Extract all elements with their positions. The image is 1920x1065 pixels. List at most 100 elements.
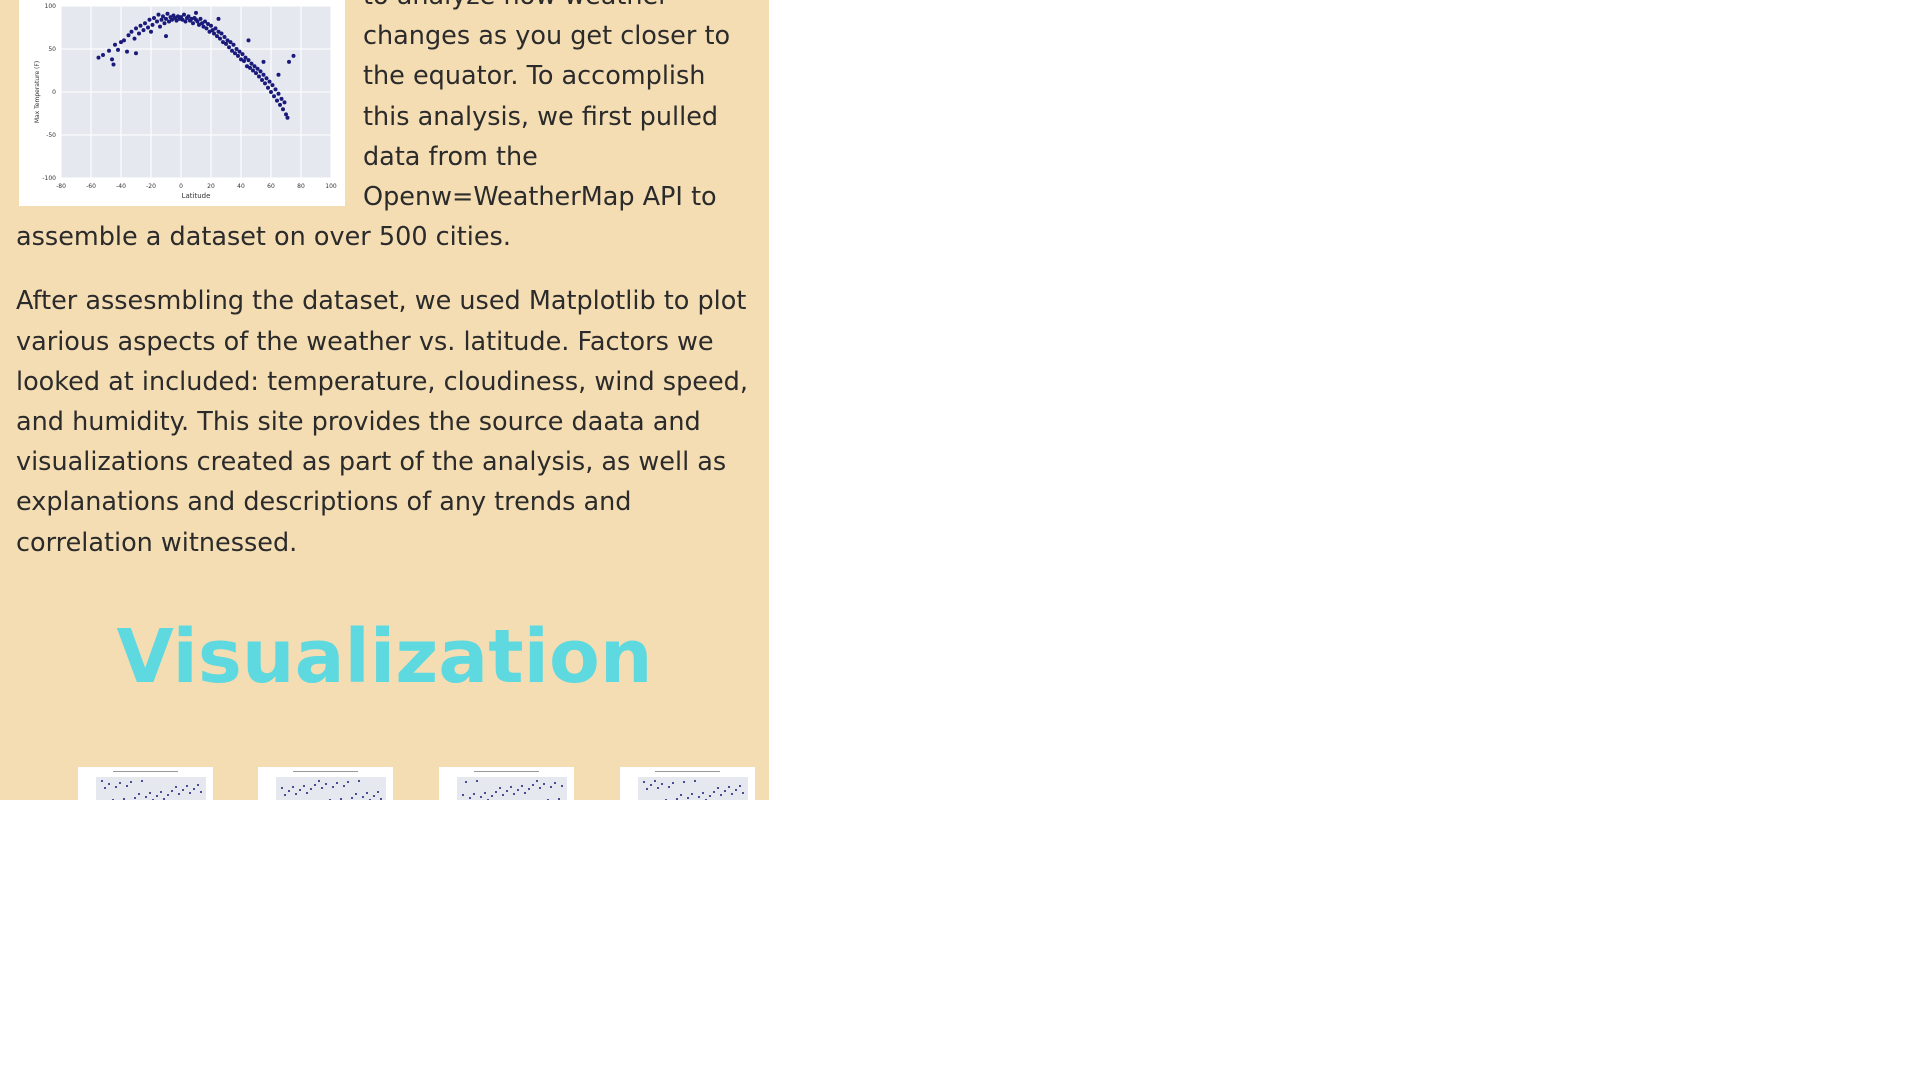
data-point — [278, 102, 282, 107]
thumbnail-point — [318, 780, 320, 782]
thumbnail-point — [332, 786, 334, 788]
thumbnail-point — [145, 796, 147, 798]
data-point — [258, 69, 263, 74]
thumbnail-point — [163, 798, 165, 800]
x-tick-label: 0 — [179, 183, 183, 190]
thumbnail-point — [643, 781, 645, 783]
content-panel: -80 -60 -40 -20 0 20 40 60 80 100 100 50 0 -50 -100 Lat… — [0, 0, 769, 800]
data-point — [198, 16, 203, 21]
thumbnail-point — [314, 784, 316, 786]
data-point — [269, 90, 273, 94]
thumbnail-point — [717, 787, 719, 789]
x-tick-label: 20 — [207, 183, 215, 190]
thumbnail-point — [336, 782, 338, 784]
thumbnail-humidity[interactable] — [258, 767, 393, 800]
data-point — [158, 24, 162, 29]
data-point — [101, 53, 105, 58]
thumbnail-humidity-chart — [276, 771, 386, 800]
x-tick-label: -40 — [116, 183, 126, 190]
data-point — [164, 34, 168, 39]
data-point — [266, 85, 270, 90]
thumbnail-point — [517, 789, 519, 791]
data-point — [111, 62, 116, 67]
data-point — [149, 29, 153, 34]
data-point — [246, 58, 251, 63]
thumbnail-plot-area — [96, 777, 206, 800]
data-point — [159, 17, 164, 22]
y-tick-label: -100 — [42, 175, 56, 182]
thumbnail-point — [491, 795, 493, 797]
visualization-thumbnails — [0, 767, 769, 800]
data-point — [218, 36, 222, 41]
data-point — [134, 51, 138, 56]
thumbnail-point — [288, 790, 290, 792]
thumbnail-point — [189, 792, 191, 794]
x-tick-label: 80 — [297, 183, 305, 190]
thumbnail-point — [347, 781, 349, 783]
thumbnail-point — [476, 780, 478, 782]
data-point — [291, 53, 296, 58]
data-point — [216, 16, 221, 21]
thumbnail-point — [193, 788, 195, 790]
thumbnail-cloudiness[interactable] — [439, 767, 574, 800]
thumbnail-point — [510, 786, 512, 788]
temperature-vs-latitude-figure[interactable]: -80 -60 -40 -20 0 20 40 60 80 100 100 50 0 -50 -100 Lat… — [19, 0, 345, 206]
x-tick-label: -80 — [56, 183, 66, 190]
thumbnail-point — [480, 796, 482, 798]
data-point — [261, 59, 266, 64]
thumbnail-point — [373, 795, 375, 797]
thumbnail-point — [104, 787, 106, 789]
thumbnail-point — [521, 785, 523, 787]
data-point — [150, 22, 155, 27]
data-point — [152, 16, 156, 21]
data-point — [129, 29, 134, 34]
thumbnail-point — [676, 798, 678, 800]
data-point — [204, 26, 209, 31]
data-point — [242, 59, 246, 64]
thumbnail-plot-area — [457, 777, 567, 800]
data-point — [276, 72, 281, 77]
thumbnail-point — [506, 790, 508, 792]
data-point — [146, 25, 150, 30]
thumbnail-point — [358, 780, 360, 782]
x-tick-label: 40 — [237, 183, 245, 190]
thumbnail-title-line — [655, 771, 720, 772]
data-point — [276, 91, 281, 96]
thumbnail-point — [650, 784, 652, 786]
thumbnail-point — [462, 794, 464, 796]
data-point — [122, 38, 126, 43]
data-point — [194, 10, 198, 15]
thumbnail-point — [528, 788, 530, 790]
thumbnail-point — [380, 798, 382, 800]
data-point — [213, 26, 218, 31]
thumbnail-point — [672, 782, 674, 784]
data-point — [282, 100, 287, 105]
data-point — [222, 34, 227, 39]
data-point — [96, 55, 101, 60]
data-point — [260, 77, 264, 82]
thumbnail-point — [728, 786, 730, 788]
data-point — [275, 98, 279, 103]
thumbnail-point — [178, 793, 180, 795]
data-point — [267, 79, 272, 84]
thumbnail-point — [134, 797, 136, 799]
x-tick-label: 60 — [267, 183, 275, 190]
intro-paragraph-2: After assesmbling the dataset, we used M… — [16, 286, 748, 558]
thumbnail-point — [306, 792, 308, 794]
thumbnail-temperature[interactable] — [78, 767, 213, 800]
thumbnail-point — [303, 785, 305, 787]
thumbnail-wind-speed[interactable] — [620, 767, 755, 800]
data-point — [246, 38, 251, 43]
thumbnail-point — [171, 790, 173, 792]
data-point — [110, 57, 114, 62]
data-point — [116, 47, 120, 52]
thumbnail-point — [739, 785, 741, 787]
visualization-heading: Visualization — [116, 614, 653, 700]
data-point — [261, 72, 266, 77]
thumbnail-title-line — [474, 771, 539, 772]
data-point — [285, 115, 290, 120]
thumbnail-point — [321, 787, 323, 789]
thumbnail-point — [532, 784, 534, 786]
thumbnail-point — [101, 780, 103, 782]
thumbnail-point — [495, 791, 497, 793]
